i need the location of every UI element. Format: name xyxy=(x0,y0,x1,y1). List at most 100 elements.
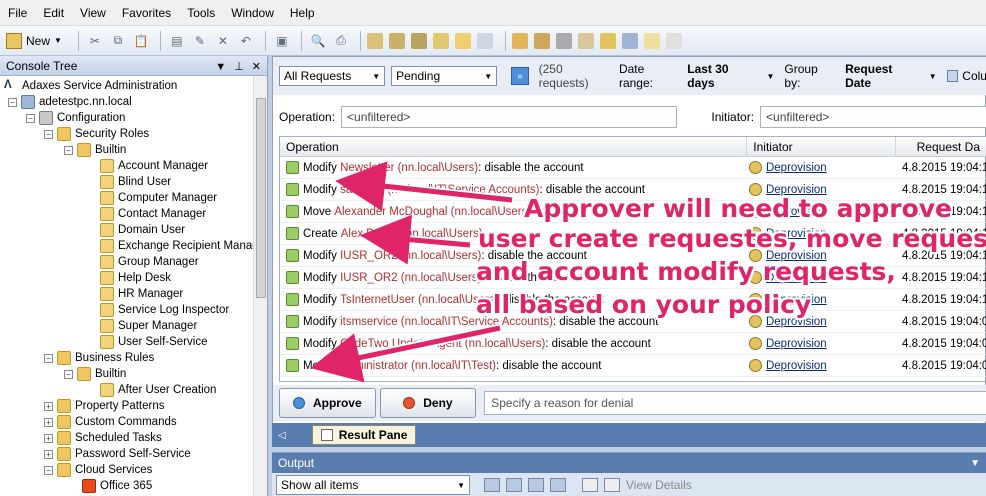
paste-icon[interactable]: 📋 xyxy=(131,31,151,51)
tree-node-after-user-creation[interactable]: After User Creation xyxy=(100,382,216,398)
collapse-icon[interactable]: − xyxy=(44,353,53,363)
tree-node-business-rules[interactable]: − Business Rules xyxy=(44,350,154,366)
table-row[interactable]: Modify Administrator (nn.local\IT\Test):… xyxy=(280,355,986,377)
user-icon[interactable] xyxy=(366,32,383,49)
command-icon[interactable] xyxy=(577,32,594,49)
collapse-icon[interactable]: − xyxy=(64,145,73,155)
tab-result-pane[interactable]: Result Pane xyxy=(311,425,417,445)
schedule-icon[interactable] xyxy=(599,32,616,49)
tree-scrollbar[interactable] xyxy=(253,76,267,496)
collapse-icon[interactable]: − xyxy=(44,465,53,475)
tree-node-group-manager[interactable]: Group Manager xyxy=(100,254,199,270)
tree-node-root[interactable]: Λ Adaxes Service Administration xyxy=(4,78,177,94)
table-row[interactable]: Modify Newsletter (nn.local\Users): disa… xyxy=(280,157,986,179)
menu-help[interactable]: Help xyxy=(290,6,315,20)
collapse-icon[interactable]: − xyxy=(44,129,53,139)
view-details-button[interactable]: View Details xyxy=(626,478,692,492)
properties-icon[interactable]: ▤ xyxy=(167,31,187,51)
output-icon[interactable] xyxy=(506,478,522,492)
tree-node-user-self-service[interactable]: User Self-Service xyxy=(100,334,207,350)
move-icon[interactable] xyxy=(432,32,449,49)
gear-icon[interactable] xyxy=(555,32,572,49)
cut-icon[interactable]: ✂ xyxy=(85,31,105,51)
column-header-request-date[interactable]: Request Da xyxy=(896,137,986,156)
close-icon[interactable]: ✕ xyxy=(252,61,261,73)
expand-icon[interactable]: + xyxy=(44,449,53,459)
folder-icon[interactable] xyxy=(454,32,471,49)
rule-icon[interactable] xyxy=(533,32,550,49)
console-icon[interactable]: ▣ xyxy=(272,31,292,51)
output-icon[interactable] xyxy=(550,478,566,492)
tree-node-server[interactable]: − adetestpc.nn.local xyxy=(8,94,132,110)
group-icon[interactable] xyxy=(410,32,427,49)
hierarchy-icon[interactable] xyxy=(621,32,638,49)
collapse-icon[interactable]: − xyxy=(8,97,17,107)
columns-icon[interactable] xyxy=(946,70,959,82)
column-header-operation[interactable]: Operation xyxy=(280,137,748,156)
expand-icon[interactable]: + xyxy=(44,433,53,443)
operation-filter-field[interactable]: <unfiltered> xyxy=(341,106,678,128)
tree-node-service-log-inspector[interactable]: Service Log Inspector xyxy=(100,302,229,318)
menu-view[interactable]: View xyxy=(80,6,106,20)
tree-node-custom-commands[interactable]: + Custom Commands xyxy=(44,414,177,430)
details-icon[interactable] xyxy=(604,478,620,492)
menu-file[interactable]: File xyxy=(8,6,27,20)
tree-node-configuration[interactable]: − Configuration xyxy=(26,110,125,126)
tree-node-account-manager[interactable]: Account Manager xyxy=(100,158,208,174)
print-icon[interactable]: ⎙ xyxy=(331,31,351,51)
initiator-filter-field[interactable]: <unfiltered> xyxy=(760,106,986,128)
table-row[interactable]: Modify CodeTwo Update Agent (nn.local\Us… xyxy=(280,333,986,355)
initiator-link[interactable]: Deprovision xyxy=(766,162,827,174)
user-reset-icon[interactable] xyxy=(388,32,405,49)
tree-node-hr-manager[interactable]: HR Manager xyxy=(100,286,183,302)
clear-icon[interactable] xyxy=(582,478,598,492)
pin-icon[interactable]: ⊥ xyxy=(234,61,244,73)
dropdown-icon[interactable]: ▼ xyxy=(215,61,226,73)
tree-node-office-365[interactable]: Office 365 xyxy=(82,478,152,494)
tree-node-password-self-service[interactable]: + Password Self-Service xyxy=(44,446,191,462)
document-icon[interactable] xyxy=(476,32,493,49)
tree-node-help-desk[interactable]: Help Desk xyxy=(100,270,171,286)
delete-icon[interactable]: ✕ xyxy=(213,31,233,51)
group-by-value[interactable]: Request Date xyxy=(845,62,919,90)
menu-tools[interactable]: Tools xyxy=(187,6,215,20)
output-icon[interactable] xyxy=(528,478,544,492)
role-icon[interactable] xyxy=(511,32,528,49)
tree-node-blind-user[interactable]: Blind User xyxy=(100,174,171,190)
output-icon[interactable] xyxy=(484,478,500,492)
denial-reason-field[interactable]: Specify a reason for denial xyxy=(484,391,986,415)
tree-node-super-manager[interactable]: Super Manager xyxy=(100,318,197,334)
date-range-value[interactable]: Last 30 days xyxy=(687,62,756,90)
new-button[interactable]: New ▼ xyxy=(6,32,62,49)
expand-icon[interactable]: + xyxy=(44,417,53,427)
chevron-down-icon[interactable]: ▼ xyxy=(929,72,937,81)
menu-edit[interactable]: Edit xyxy=(43,6,64,20)
tree-node-builtin-roles[interactable]: − Builtin xyxy=(64,142,126,158)
initiator-link[interactable]: Deprovision xyxy=(766,360,827,372)
collapse-icon[interactable]: − xyxy=(26,113,35,123)
tree-node-contact-manager[interactable]: Contact Manager xyxy=(100,206,206,222)
initiator-link[interactable]: Deprovision xyxy=(766,338,827,350)
column-header-initiator[interactable]: Initiator xyxy=(747,137,897,156)
deny-button[interactable]: Deny xyxy=(379,388,477,418)
go-icon[interactable]: » xyxy=(511,67,529,85)
scrollbar-thumb[interactable] xyxy=(256,98,266,298)
collapse-icon[interactable]: − xyxy=(64,369,73,379)
tree-node-security-roles[interactable]: − Security Roles xyxy=(44,126,149,142)
tree-node-property-patterns[interactable]: + Property Patterns xyxy=(44,398,164,414)
copy-icon[interactable]: ⧉ xyxy=(108,31,128,51)
find-icon[interactable]: 🔍 xyxy=(308,31,328,51)
approve-button[interactable]: Approve xyxy=(279,388,376,418)
columns-button[interactable]: Colu xyxy=(962,69,986,83)
undo-icon[interactable]: ↶ xyxy=(236,31,256,51)
report-icon[interactable] xyxy=(643,32,660,49)
rename-icon[interactable]: ✎ xyxy=(190,31,210,51)
output-filter-select[interactable]: Show all items ▼ xyxy=(276,475,470,495)
tree-node-domain-user[interactable]: Domain User xyxy=(100,222,185,238)
scroll-left-icon[interactable]: ◁ xyxy=(278,430,286,441)
cloud-icon[interactable] xyxy=(665,32,682,49)
tree-node-cloud-services[interactable]: − Cloud Services xyxy=(44,462,152,478)
tree-node-exchange-recipient-manager[interactable]: Exchange Recipient Manage xyxy=(100,238,265,254)
menu-window[interactable]: Window xyxy=(231,6,274,20)
expand-icon[interactable]: + xyxy=(44,401,53,411)
